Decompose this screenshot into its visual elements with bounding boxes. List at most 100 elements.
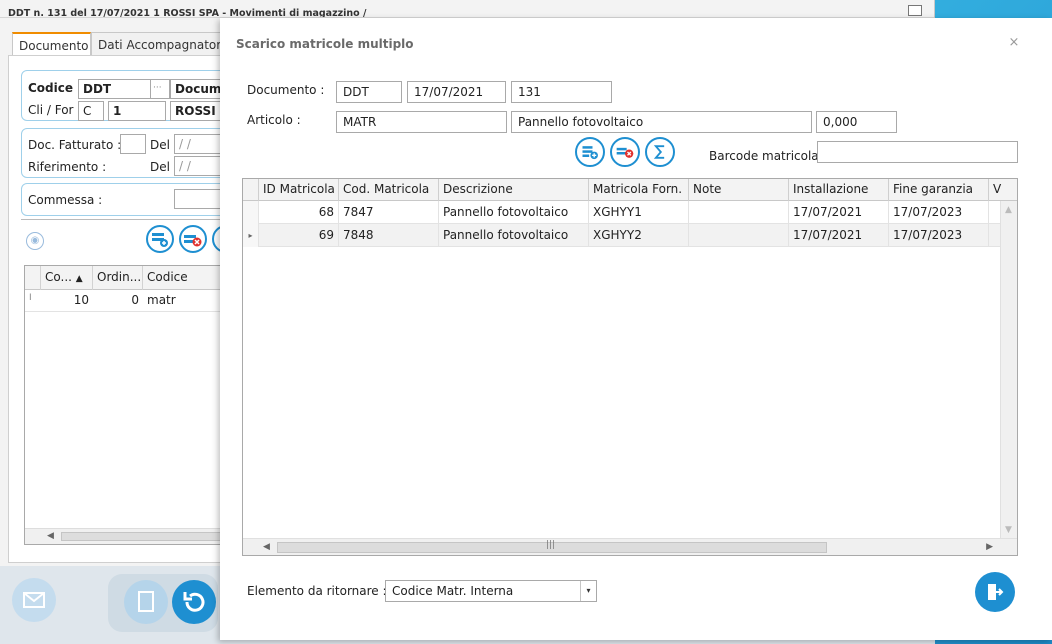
scroll-thumb[interactable]: |||	[277, 540, 827, 553]
matricole-grid-header: ID Matricola Cod. Matricola Descrizione …	[243, 179, 1017, 201]
elemento-label: Elemento da ritornare :	[247, 584, 387, 598]
articolo-descrizione-field[interactable]: Pannello fotovoltaico	[511, 111, 812, 133]
chevron-down-icon[interactable]: ▾	[580, 581, 596, 601]
doc-fatturato-field[interactable]	[120, 134, 146, 154]
col-header-extra[interactable]: V	[989, 179, 1017, 201]
barcode-label: Barcode matricola :	[709, 149, 827, 163]
add-record-icon	[152, 233, 168, 247]
scroll-grip: |||	[546, 540, 556, 550]
cell-co: 10	[73, 293, 89, 307]
col-header-matricola-forn[interactable]: Matricola Forn.	[589, 179, 689, 201]
cell-installazione: 17/07/2021	[789, 201, 889, 224]
dialog-title: Scarico matricole multiplo	[236, 37, 414, 51]
scarico-matricole-dialog: Scarico matricole multiplo × Documento :…	[220, 18, 1052, 640]
scroll-right-icon[interactable]: ▶	[986, 542, 993, 552]
barcode-input[interactable]	[817, 141, 1018, 163]
tab-dati-accompagnatori[interactable]: Dati Accompagnatori	[91, 32, 226, 56]
document-icon	[138, 591, 154, 612]
cell-cod-matricola: 7847	[339, 201, 439, 224]
elemento-select[interactable]: Codice Matr. Interna ▾	[385, 580, 597, 602]
righe-grid-row[interactable]: I 10 0 matr	[25, 290, 223, 312]
cell-id-matricola: 68	[259, 201, 339, 224]
righe-grid-hscrollbar[interactable]: ◀	[25, 528, 231, 544]
mail-button[interactable]	[12, 578, 56, 622]
clifor-label: Cli / For :	[28, 103, 82, 117]
commessa-label: Commessa :	[28, 193, 103, 207]
documento-numero-field[interactable]: 131	[511, 81, 612, 103]
cell-fine-garanzia: 17/07/2023	[889, 201, 989, 224]
matricole-grid-hscrollbar[interactable]: ◀ ||| ▶	[243, 538, 1017, 555]
col-header-fine-garanzia[interactable]: Fine garanzia	[889, 179, 989, 201]
sort-asc-icon: ▲	[75, 274, 83, 284]
scroll-down-icon[interactable]: ▼	[1005, 525, 1012, 535]
clifor-type-field[interactable]: C	[78, 101, 104, 121]
cell-codice: matr	[147, 293, 176, 307]
documento-tipo-field[interactable]: DDT	[336, 81, 402, 103]
add-row-button[interactable]	[146, 225, 174, 253]
cell-cod-matricola: 7848	[339, 224, 439, 247]
codice-lookup-button[interactable]: ···	[150, 79, 170, 99]
cell-note	[689, 201, 789, 224]
cell-installazione: 17/07/2021	[789, 224, 889, 247]
add-record-icon	[582, 146, 598, 160]
col-header-co[interactable]: Co... ▲	[41, 266, 93, 290]
table-row[interactable]: 68 7847 Pannello fotovoltaico XGHYY1 17/…	[243, 201, 1001, 224]
exit-icon	[988, 584, 1004, 600]
document-button[interactable]	[124, 580, 168, 624]
row-marker	[243, 201, 259, 224]
righe-grid-header: Co... ▲ Ordin... Codice	[25, 266, 223, 290]
col-header-descrizione[interactable]: Descrizione	[439, 179, 589, 201]
table-row[interactable]: ▸ 69 7848 Pannello fotovoltaico XGHYY2 1…	[243, 224, 1001, 247]
cell-matricola-forn: XGHYY2	[589, 224, 689, 247]
scroll-up-icon[interactable]: ▲	[1005, 205, 1012, 215]
sum-button[interactable]	[645, 137, 675, 167]
articolo-codice-field[interactable]: MATR	[336, 111, 507, 133]
cell-matricola-forn: XGHYY1	[589, 201, 689, 224]
col-header-co-label: Co...	[45, 270, 72, 284]
delete-record-icon	[616, 147, 634, 158]
col-header-note[interactable]: Note	[689, 179, 789, 201]
codice-label: Codice :	[28, 81, 82, 95]
row-marker: I	[29, 293, 32, 303]
cell-descrizione: Pannello fotovoltaico	[439, 224, 589, 247]
codice-group: Codice : DDT ··· Docume Cli / For : C 1 …	[21, 70, 231, 121]
delete-record-icon	[184, 235, 202, 247]
separator	[21, 219, 231, 220]
codice-field[interactable]: DDT	[78, 79, 152, 99]
documento-label: Documento :	[247, 83, 325, 97]
undo-button[interactable]	[172, 580, 216, 624]
fatturazione-group: Doc. Fatturato : Del : / / Riferimento :…	[21, 128, 231, 178]
close-icon[interactable]: ×	[1007, 36, 1021, 50]
scroll-left-icon[interactable]: ◀	[47, 531, 54, 541]
add-matricola-button[interactable]	[575, 137, 605, 167]
scroll-left-icon[interactable]: ◀	[263, 542, 270, 552]
righe-grid: Co... ▲ Ordin... Codice I 10 0 matr ◀	[24, 265, 231, 545]
articolo-quantita-field[interactable]: 0,000	[816, 111, 897, 133]
documento-data-field[interactable]: 17/07/2021	[407, 81, 506, 103]
maximize-button[interactable]	[908, 5, 922, 16]
cell-fine-garanzia: 17/07/2023	[889, 224, 989, 247]
sum-icon	[653, 145, 665, 159]
riferimento-label: Riferimento :	[28, 160, 107, 174]
col-header-ordine[interactable]: Ordin...	[93, 266, 143, 290]
doc-fatturato-label: Doc. Fatturato :	[28, 138, 122, 152]
col-header-cod-matricola[interactable]: Cod. Matricola	[339, 179, 439, 201]
matricole-grid-vscrollbar[interactable]: ▲ ▼	[1000, 201, 1017, 539]
scroll-thumb[interactable]	[61, 532, 231, 541]
delete-matricola-button[interactable]	[610, 137, 640, 167]
row-marker: ▸	[243, 224, 259, 247]
matricole-grid: ID Matricola Cod. Matricola Descrizione …	[242, 178, 1018, 556]
tab-documento[interactable]: Documento	[12, 32, 91, 56]
row-indicator-header	[243, 179, 259, 201]
col-header-installazione[interactable]: Installazione	[789, 179, 889, 201]
clifor-code-field[interactable]: 1	[108, 101, 166, 121]
cell-note	[689, 224, 789, 247]
cell-id-matricola: 69	[259, 224, 339, 247]
exit-button[interactable]	[975, 572, 1015, 612]
delete-row-button[interactable]	[179, 225, 207, 253]
row-indicator-header	[25, 266, 41, 290]
cell-descrizione: Pannello fotovoltaico	[439, 201, 589, 224]
col-header-id-matricola[interactable]: ID Matricola	[259, 179, 339, 201]
eye-icon[interactable]: ◉	[26, 232, 44, 250]
cell-ordine: 0	[131, 293, 139, 307]
